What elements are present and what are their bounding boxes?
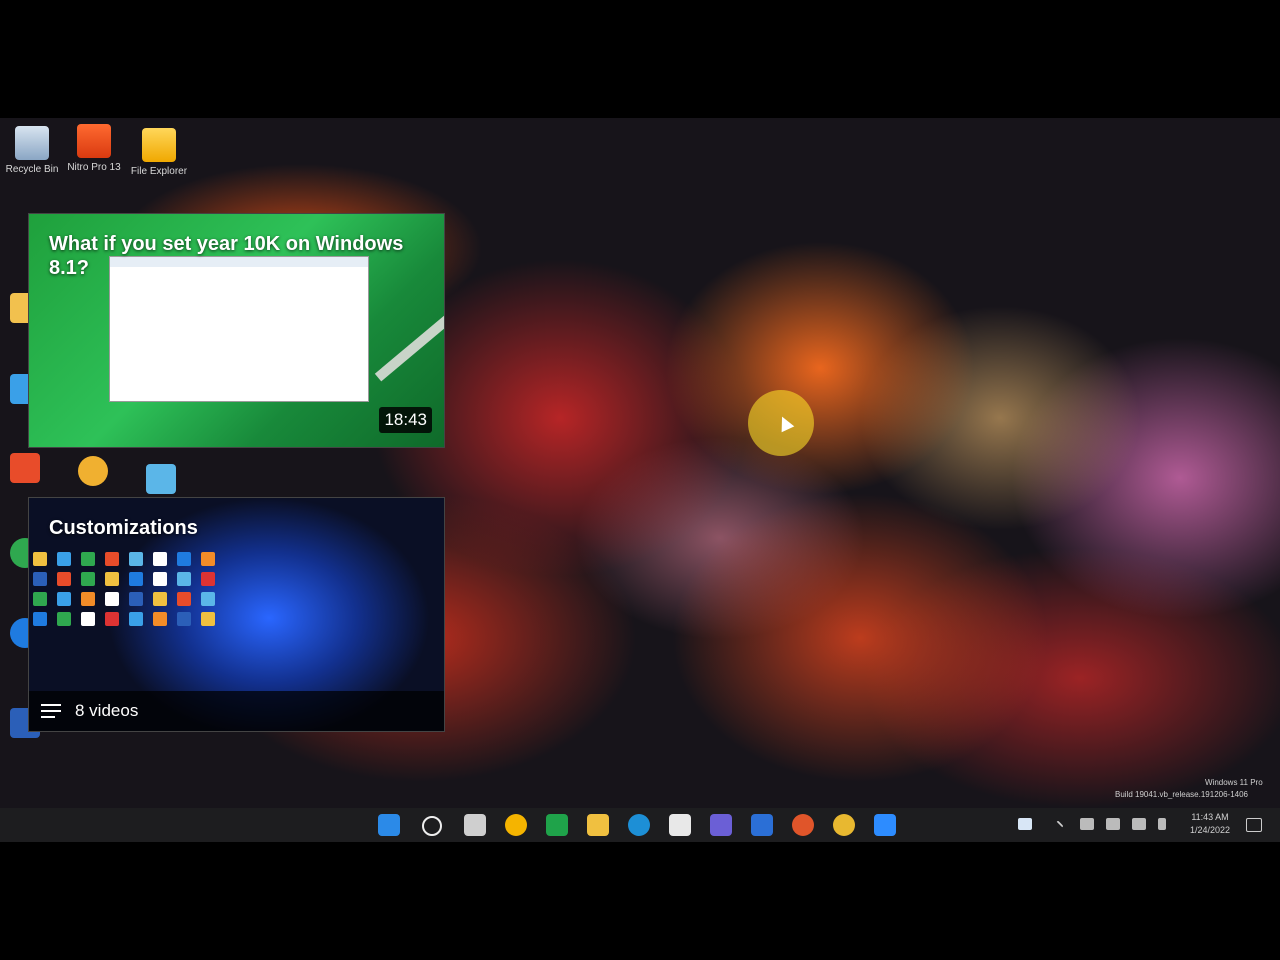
letterbox-top [0, 0, 1280, 118]
windows-watermark: Windows 11 Pro [1205, 778, 1263, 787]
desktop-icon-partial[interactable] [10, 453, 40, 483]
chrome-icon[interactable] [833, 814, 855, 836]
video-duration-badge: 18:43 [379, 407, 432, 433]
playlist-title[interactable]: Customizations [49, 516, 424, 540]
thumbnail-decoration [374, 296, 444, 382]
playlist-info-bar: 8 videos [29, 691, 444, 731]
video-card[interactable]: What if you set year 10K on Windows 8.1?… [28, 213, 445, 448]
playlist-video-count: 8 videos [75, 701, 139, 720]
network-icon[interactable] [1080, 818, 1094, 830]
zoom-icon[interactable] [874, 814, 896, 836]
chat-icon[interactable] [546, 814, 568, 836]
file-explorer-taskbar-icon[interactable] [587, 814, 609, 836]
desktop-icon-label: File Explorer [130, 166, 188, 177]
powerpoint-icon[interactable] [792, 814, 814, 836]
letterbox-bottom [0, 842, 1280, 960]
recycle-bin-icon [15, 126, 49, 160]
clock-time: 11:43 AM [1191, 812, 1229, 822]
build-watermark: Build 19041.vb_release.191206-1406 [1115, 790, 1248, 799]
onedrive-icon[interactable] [1018, 818, 1032, 830]
taskbar: 11:43 AM 1/24/2022 [0, 808, 1280, 842]
chevron-up-icon[interactable] [1052, 820, 1064, 832]
desktop-icon-file-explorer[interactable]: File Explorer [127, 128, 191, 177]
taskbar-clock[interactable]: 11:43 AM 1/24/2022 [1180, 811, 1240, 837]
desktop-icon-label: Nitro Pro 13 [67, 162, 121, 173]
microphone-icon[interactable] [1158, 818, 1166, 830]
task-view-icon[interactable] [464, 814, 486, 836]
widgets-icon[interactable] [505, 814, 527, 836]
desktop-icon-label: Recycle Bin [5, 164, 59, 175]
word-taskbar-icon[interactable] [751, 814, 773, 836]
nitro-pro-icon [77, 124, 111, 158]
edge-icon[interactable] [628, 814, 650, 836]
playlist-icon [41, 704, 61, 722]
search-icon[interactable] [422, 816, 442, 836]
battery-icon[interactable] [1106, 818, 1120, 830]
video-title[interactable]: What if you set year 10K on Windows 8.1? [49, 232, 424, 280]
volume-icon[interactable] [1132, 818, 1146, 830]
playlist-card[interactable]: Customizations 8 videos [28, 497, 445, 732]
desktop-icon-nitro-pro[interactable]: Nitro Pro 13 [62, 124, 126, 173]
thumbnail-icon-grid [33, 552, 215, 626]
clock-date: 1/24/2022 [1189, 825, 1231, 835]
start-button-icon[interactable] [378, 814, 400, 836]
file-explorer-icon [142, 128, 176, 162]
desktop-icon-partial[interactable] [78, 456, 108, 486]
desktop-icon-recycle-bin[interactable]: Recycle Bin [0, 126, 64, 175]
teams-icon[interactable] [710, 814, 732, 836]
store-icon[interactable] [669, 814, 691, 836]
notification-icon[interactable] [1246, 818, 1262, 832]
desktop-icon-partial[interactable] [146, 464, 176, 494]
